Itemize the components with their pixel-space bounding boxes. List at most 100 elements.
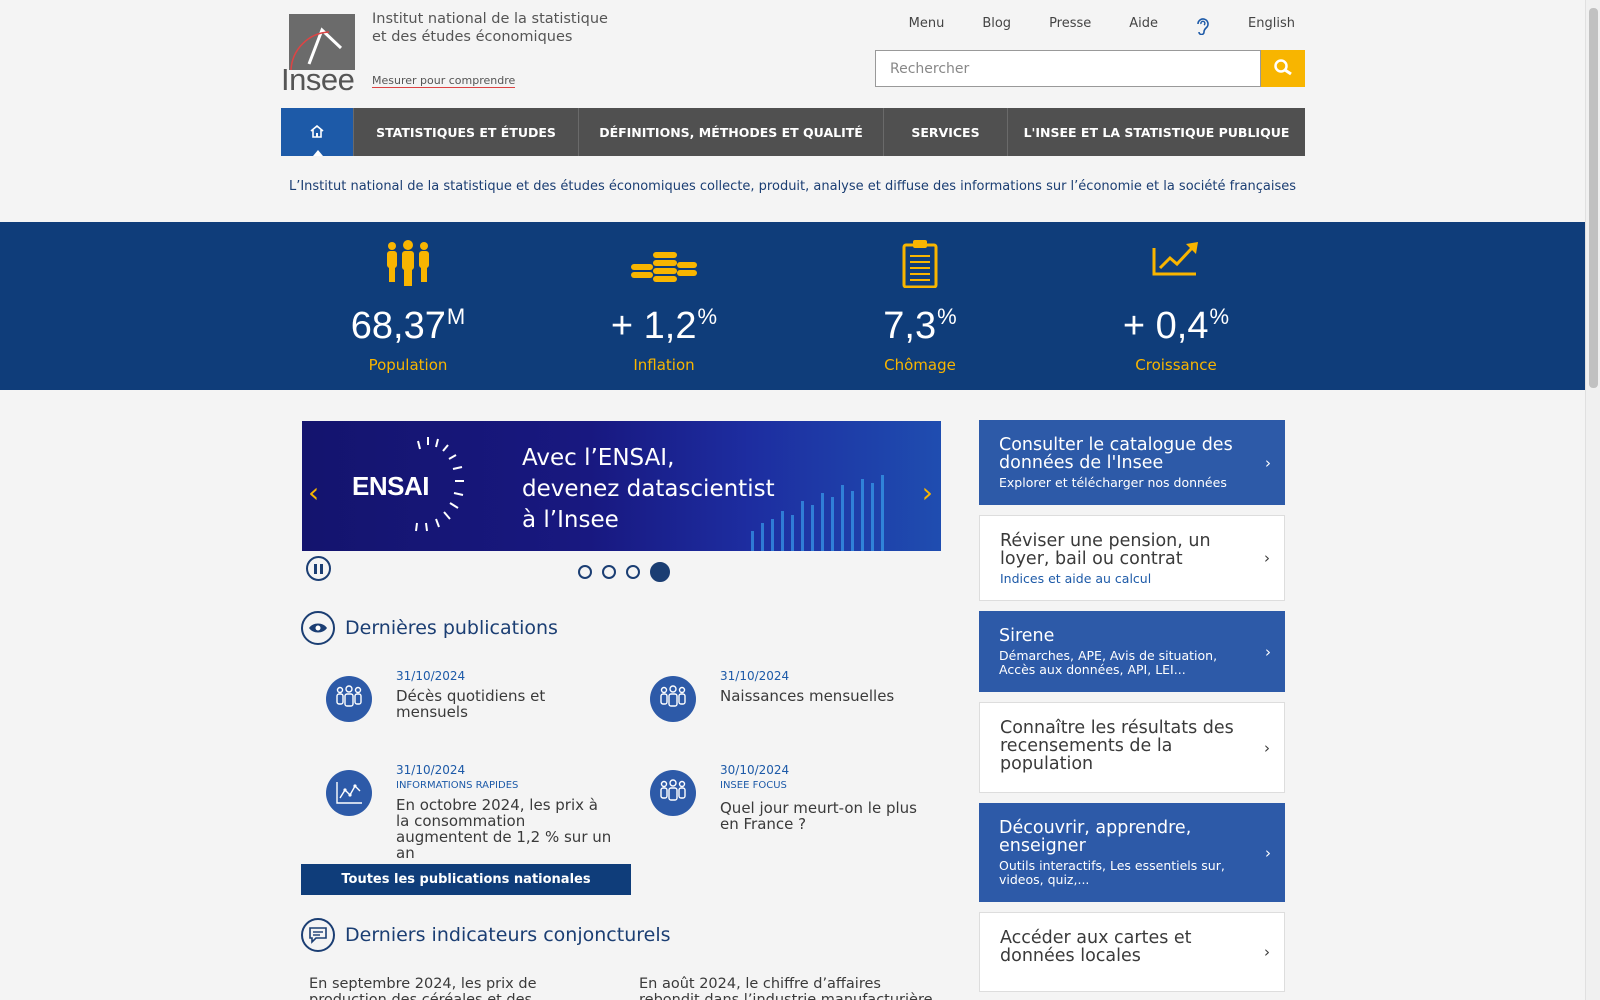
publication-title: Décès quotidiens et mensuels	[396, 687, 546, 721]
intro-text: L’Institut national de la statistique et…	[288, 179, 1297, 194]
page-scrollbar[interactable]	[1585, 0, 1600, 1000]
latest-publications-heading: Dernières publications	[301, 611, 558, 645]
tile-data-catalog[interactable]: Consulter le catalogue des données de l'…	[979, 420, 1285, 505]
tile-title: Accéder aux cartes et données locales	[1000, 928, 1192, 966]
institute-name-line2: et des études économiques	[372, 29, 573, 45]
growth-value: + 0,4	[1122, 305, 1209, 347]
carousel-prev-arrow[interactable]: ‹	[308, 476, 319, 509]
population-value: 68,37	[350, 305, 446, 347]
key-figure-population[interactable]: 68,37M Population	[308, 222, 508, 390]
unemployment-value: 7,3	[883, 305, 937, 347]
help-link[interactable]: Aide	[1129, 16, 1158, 35]
carousel-dot-3[interactable]	[626, 565, 640, 579]
home-button[interactable]	[281, 108, 353, 156]
tile-discover-learn[interactable]: Découvrir, apprendre, enseigner Outils i…	[979, 803, 1285, 902]
people-icon	[650, 676, 696, 722]
chevron-right-icon: ›	[1265, 453, 1271, 472]
all-publications-button[interactable]: Toutes les publications nationales	[301, 864, 631, 895]
tile-census-results[interactable]: Connaître les résultats des recensements…	[979, 702, 1285, 793]
carousel-dots	[578, 562, 670, 582]
population-label: Population	[368, 356, 448, 374]
carousel-dot-1[interactable]	[578, 565, 592, 579]
key-figure-value: 68,37M	[308, 304, 508, 348]
carousel-dot-2[interactable]	[602, 565, 616, 579]
tagline-a: Mesurer	[372, 74, 417, 87]
logo-word: Insee	[281, 62, 355, 97]
chevron-right-icon: ›	[1264, 943, 1270, 961]
inflation-label: Inflation	[633, 356, 695, 374]
indicator-item[interactable]: En août 2024, le chiffre d’affaires rebo…	[639, 976, 939, 1000]
tile-title: Connaître les résultats des recensements…	[1000, 718, 1234, 774]
nav-statistics[interactable]: STATISTIQUES ET ÉTUDES	[353, 108, 578, 156]
pause-icon-bar	[320, 563, 323, 574]
main-nav: STATISTIQUES ET ÉTUDES DÉFINITIONS, MÉTH…	[281, 108, 1305, 156]
tagline: Mesurer pour comprendre	[372, 74, 516, 88]
nav-insee-public-stats[interactable]: L'INSEE ET LA STATISTIQUE PUBLIQUE	[1007, 108, 1305, 156]
chevron-right-icon: ›	[1265, 843, 1271, 862]
search-input[interactable]	[875, 50, 1261, 87]
inflation-unit: %	[697, 304, 718, 329]
menu-link[interactable]: Menu	[909, 16, 945, 35]
latest-publications-title: Dernières publications	[345, 617, 558, 639]
tile-subtitle: Indices et aide au calcul	[1000, 571, 1152, 586]
tagline-b: pour comprendre	[416, 74, 516, 87]
slogan-line3: à l’Insee	[522, 507, 619, 533]
tile-maps-local-data[interactable]: Accéder aux cartes et données locales ›	[979, 912, 1285, 992]
tile-title: Sirene	[999, 626, 1055, 646]
growth-chart-icon	[1152, 240, 1200, 280]
tile-subtitle: Explorer et télécharger nos données	[999, 475, 1227, 490]
publication-date: 31/10/2024	[396, 669, 466, 683]
eye-icon	[301, 611, 335, 645]
top-links: Menu Blog Presse Aide English	[871, 16, 1295, 36]
clipboard-icon	[902, 240, 938, 292]
pause-icon-bar	[314, 563, 317, 574]
carousel-next-arrow[interactable]: ›	[922, 476, 933, 509]
search-button[interactable]	[1261, 50, 1305, 87]
carousel-slogan: Avec l’ENSAI, devenez datascientist à l’…	[522, 443, 775, 536]
tile-revise-pension[interactable]: Réviser une pension, un loyer, bail ou c…	[979, 515, 1285, 601]
publication-category: INSEE FOCUS	[720, 780, 787, 791]
carousel-slide[interactable]: ‹ ENSAI Avec l’ENSAI, devenez datascient…	[302, 421, 941, 551]
nav-definitions[interactable]: DÉFINITIONS, MÉTHODES ET QUALITÉ	[578, 108, 883, 156]
insee-logo[interactable]: Insee	[281, 14, 355, 97]
key-figure-value: + 1,2%	[564, 304, 764, 348]
population-unit: M	[446, 304, 466, 329]
line-chart-icon	[326, 770, 372, 816]
publication-date: 31/10/2024	[720, 669, 790, 683]
indicators-title: Derniers indicateurs conjoncturels	[345, 924, 671, 946]
carousel-dot-4[interactable]	[650, 562, 670, 582]
publication-date: 31/10/2024	[396, 763, 466, 777]
chevron-right-icon: ›	[1264, 549, 1270, 567]
tile-sirene[interactable]: Sirene Démarches, APE, Avis de situation…	[979, 611, 1285, 692]
key-figure-growth[interactable]: + 0,4% Croissance	[1076, 222, 1276, 390]
institute-name-line1: Institut national de la statistique	[372, 11, 608, 27]
nav-services[interactable]: SERVICES	[883, 108, 1007, 156]
tile-subtitle: Outils interactifs, Les essentiels sur, …	[999, 858, 1225, 887]
tile-title: Consulter le catalogue des données de l'…	[999, 435, 1233, 473]
indicator-item[interactable]: En septembre 2024, les prix de productio…	[309, 976, 609, 1000]
press-link[interactable]: Presse	[1049, 16, 1091, 35]
ensai-ring-graphic	[415, 437, 464, 532]
people-icon	[383, 240, 433, 290]
key-figure-unemployment[interactable]: 7,3% Chômage	[820, 222, 1020, 390]
tile-title: Découvrir, apprendre, enseigner	[999, 818, 1192, 856]
blog-link[interactable]: Blog	[982, 16, 1011, 35]
key-figure-inflation[interactable]: + 1,2% Inflation	[564, 222, 764, 390]
speech-bubble-icon	[301, 918, 335, 952]
growth-unit: %	[1209, 304, 1230, 329]
publication-title: Naissances mensuelles	[720, 687, 895, 705]
search-bar	[875, 50, 1305, 87]
slogan-line1: Avec l’ENSAI,	[522, 445, 675, 471]
accessibility-ear-icon[interactable]	[1196, 17, 1210, 36]
inflation-value: + 1,2	[610, 305, 697, 347]
publication-title: Quel jour meurt-on le plus en France ?	[720, 799, 917, 833]
chevron-right-icon: ›	[1265, 642, 1271, 661]
chevron-right-icon: ›	[1264, 738, 1270, 757]
carousel-pause-button[interactable]	[306, 556, 331, 581]
coins-icon	[631, 240, 697, 286]
unemployment-label: Chômage	[884, 356, 956, 374]
scrollbar-thumb[interactable]	[1589, 8, 1598, 388]
english-link[interactable]: English	[1248, 16, 1295, 35]
search-icon	[1273, 58, 1293, 79]
indicators-heading: Derniers indicateurs conjoncturels	[301, 918, 671, 952]
